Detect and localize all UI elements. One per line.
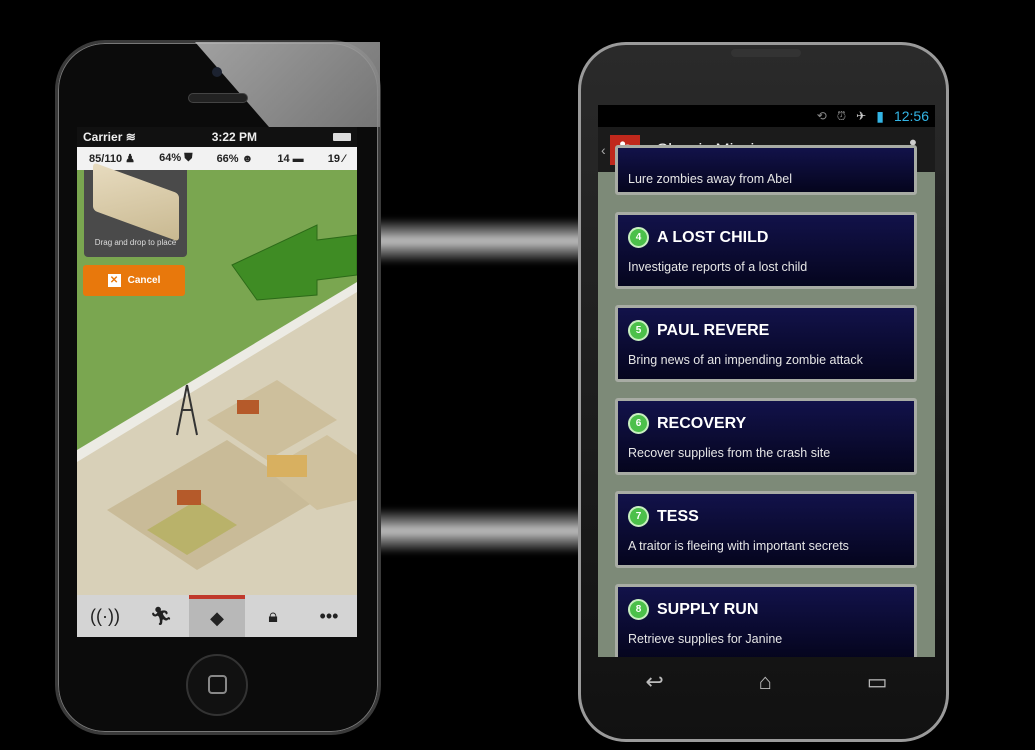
building-thumbnail[interactable] bbox=[92, 162, 179, 242]
threat-stat: 66% ☻ bbox=[216, 152, 254, 165]
home-button[interactable] bbox=[186, 654, 248, 716]
rotate-icon: ⟲ bbox=[816, 109, 827, 123]
mission-number: 8 bbox=[628, 599, 649, 620]
shop-bag-icon[interactable]: 🔒︎ bbox=[245, 595, 301, 637]
mission-card[interactable]: 7 TESS A traitor is fleeing with important… bbox=[615, 491, 917, 568]
mission-card[interactable]: Lure zombies away from Abel bbox=[615, 145, 917, 195]
clock: 12:56 bbox=[893, 108, 929, 124]
battery-icon bbox=[333, 133, 351, 141]
mission-card[interactable]: 6 RECOVERY Recover supplies from the crash… bbox=[615, 398, 917, 475]
mission-title: SUPPLY RUN bbox=[657, 600, 759, 618]
building-placement-panel[interactable]: Drag and drop to place bbox=[84, 162, 187, 257]
mission-card[interactable]: 4 A LOST CHILD Investigate reports of a lo… bbox=[615, 212, 917, 289]
tab-bar: ((·)) 🏃︎ ◆ 🔒︎ ••• bbox=[77, 595, 357, 637]
zombie-icon: ☻ bbox=[241, 152, 254, 165]
mission-number: 5 bbox=[628, 320, 649, 341]
tools-stat: 19 ⁄ bbox=[327, 152, 345, 165]
base-icon[interactable]: ◆ bbox=[189, 595, 245, 637]
survivor-icon: ♟ bbox=[125, 153, 136, 165]
close-icon: ✕ bbox=[107, 274, 121, 287]
mission-title: A LOST CHILD bbox=[657, 228, 769, 246]
tool-icon: ⁄ bbox=[343, 152, 345, 165]
running-man-icon[interactable]: 🏃︎ bbox=[133, 595, 189, 637]
mission-number: 4 bbox=[628, 227, 649, 248]
mission-desc: Recover supplies from the crash site bbox=[628, 446, 831, 460]
light-beam bbox=[370, 218, 590, 264]
airplane-icon: ✈ bbox=[856, 109, 867, 123]
battery-icon: ▮ bbox=[876, 107, 884, 124]
earpiece bbox=[188, 93, 248, 103]
nav-bar: ↩ ⌂ ▭ bbox=[598, 657, 935, 707]
mission-desc: Retrieve supplies for Janine bbox=[628, 632, 783, 646]
shield-icon: ⛊ bbox=[184, 152, 193, 164]
status-bar: Carrier ≋ 3:22 PM bbox=[77, 127, 357, 147]
mission-title: RECOVERY bbox=[657, 414, 747, 432]
back-icon[interactable]: ↩ bbox=[645, 669, 663, 695]
mission-title: PAUL REVERE bbox=[657, 321, 770, 339]
wifi-icon: ≋ bbox=[125, 130, 136, 144]
radio-tower-icon[interactable]: ((·)) bbox=[77, 595, 133, 637]
front-camera bbox=[212, 67, 222, 77]
ammo-icon: ▬ bbox=[292, 152, 304, 165]
mission-number: 6 bbox=[628, 413, 649, 434]
android-screen: ⟲ ⏰︎ ✈ ▮ 12:56 ‹ 🏃︎ Classic Missions •••… bbox=[598, 105, 935, 657]
ammo-stat: 14 ▬ bbox=[277, 152, 304, 165]
panel-hint: Drag and drop to place bbox=[94, 238, 177, 247]
mission-desc: Investigate reports of a lost child bbox=[628, 260, 808, 274]
mission-number: 7 bbox=[628, 506, 649, 527]
recent-apps-icon[interactable]: ▭ bbox=[867, 669, 888, 695]
resource-bar: 85/110 ♟ 64% ⛊ 66% ☻ 14 ▬ 19 ⁄ bbox=[77, 147, 357, 170]
home-icon[interactable]: ⌂ bbox=[759, 669, 772, 695]
mission-card[interactable]: 8 SUPPLY RUN Retrieve supplies for Janine bbox=[615, 584, 917, 657]
mission-card[interactable]: 5 PAUL REVERE Bring news of an impending z… bbox=[615, 305, 917, 382]
mission-desc: Bring news of an impending zombie attack bbox=[628, 353, 863, 367]
clock: 3:22 PM bbox=[211, 130, 258, 144]
back-caret-icon[interactable]: ‹ bbox=[601, 142, 606, 158]
cancel-button[interactable]: ✕ Cancel bbox=[83, 265, 185, 296]
alarm-icon: ⏰︎ bbox=[836, 108, 847, 123]
iphone-screen: Carrier ≋ 3:22 PM 85/110 ♟ 64% ⛊ 66% ☻ 1… bbox=[77, 127, 357, 637]
carrier: Carrier bbox=[83, 130, 123, 144]
mission-title: TESS bbox=[657, 507, 699, 525]
status-bar: ⟲ ⏰︎ ✈ ▮ 12:56 bbox=[598, 105, 935, 127]
light-beam bbox=[370, 508, 590, 554]
mission-desc: A traitor is fleeing with important secr… bbox=[628, 539, 849, 553]
more-icon[interactable]: ••• bbox=[301, 595, 357, 637]
defense-stat: 64% ⛊ bbox=[159, 152, 193, 164]
